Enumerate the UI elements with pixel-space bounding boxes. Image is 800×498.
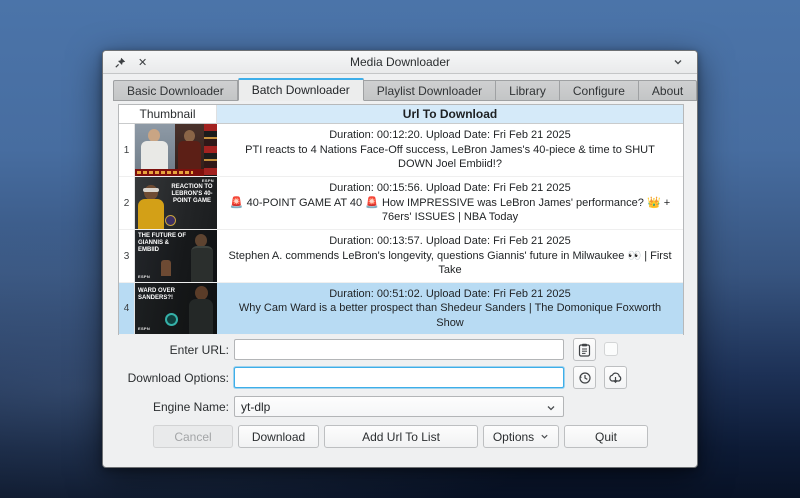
table-row[interactable]: Duration: 00:15:56. Upload Date: Fri Feb…: [217, 177, 683, 230]
row-number: 4: [119, 283, 135, 335]
video-thumbnail[interactable]: [135, 124, 217, 177]
engine-name-label: Engine Name:: [103, 400, 229, 414]
chevron-down-icon[interactable]: [671, 55, 687, 71]
options-button-label: Options: [493, 430, 534, 444]
media-downloader-window: ✕ Media Downloader Basic Downloader Batc…: [102, 50, 698, 468]
espn-logo: ESPN: [202, 178, 214, 183]
tab-playlist-downloader[interactable]: Playlist Downloader: [364, 80, 496, 101]
clipboard-icon: [578, 343, 591, 357]
engine-select[interactable]: yt-dlp: [234, 396, 564, 417]
chevron-down-icon: [546, 403, 556, 413]
column-header-url[interactable]: Url To Download: [217, 105, 683, 124]
tab-configure[interactable]: Configure: [560, 80, 639, 101]
tab-label: Basic Downloader: [127, 84, 224, 98]
tab-label: Library: [509, 84, 546, 98]
tab-label: Configure: [573, 84, 625, 98]
table-row[interactable]: Duration: 00:12:20. Upload Date: Fri Feb…: [217, 124, 683, 177]
chevron-down-icon: [540, 432, 549, 441]
video-title: 🚨 40-POINT GAME AT 40 🚨 How IMPRESSIVE w…: [227, 196, 673, 225]
table-row[interactable]: Duration: 00:13:57. Upload Date: Fri Feb…: [217, 230, 683, 283]
tab-label: About: [652, 84, 683, 98]
tab-label: Batch Downloader: [252, 83, 350, 97]
video-meta: Duration: 00:51:02. Upload Date: Fri Feb…: [329, 287, 571, 302]
video-meta: Duration: 00:12:20. Upload Date: Fri Feb…: [329, 128, 571, 143]
window-title: Media Downloader: [103, 55, 697, 69]
video-thumbnail[interactable]: ESPN REACTION TO LEBRON'S 40-POINT GAME: [135, 177, 217, 230]
history-clock-icon: [578, 371, 592, 385]
url-input[interactable]: [234, 339, 564, 360]
thumbnail-caption: REACTION TO LEBRON'S 40-POINT GAME: [169, 184, 215, 205]
enter-url-label: Enter URL:: [103, 343, 229, 357]
tab-library[interactable]: Library: [496, 80, 560, 101]
video-meta: Duration: 00:15:56. Upload Date: Fri Feb…: [329, 181, 571, 196]
add-url-to-list-button[interactable]: Add Url To List: [324, 425, 478, 448]
tab-basic-downloader[interactable]: Basic Downloader: [113, 80, 238, 101]
video-thumbnail[interactable]: WARD OVER SANDERS?! ESPN: [135, 283, 217, 335]
video-title: PTI reacts to 4 Nations Face-Off success…: [227, 143, 673, 172]
download-button[interactable]: Download: [238, 425, 319, 448]
download-options-label: Download Options:: [103, 371, 229, 385]
titlebar: ✕ Media Downloader: [103, 51, 697, 74]
download-defaults-button[interactable]: [604, 366, 627, 389]
row-number: 2: [119, 177, 135, 230]
engine-selected-value: yt-dlp: [241, 400, 270, 414]
cancel-button[interactable]: Cancel: [153, 425, 233, 448]
options-history-button[interactable]: [573, 366, 596, 389]
thumbnail-caption: WARD OVER SANDERS?!: [138, 288, 190, 302]
thumbnail-image: THE FUTURE OF GIANNIS & EMBIID ESPN: [135, 230, 217, 282]
table-row-selected[interactable]: Duration: 00:51:02. Upload Date: Fri Feb…: [217, 283, 683, 335]
url-checkbox[interactable]: [604, 342, 618, 356]
tab-label: Playlist Downloader: [377, 84, 482, 98]
cloud-download-icon: [608, 371, 623, 384]
video-thumbnail[interactable]: THE FUTURE OF GIANNIS & EMBIID ESPN: [135, 230, 217, 283]
paste-clipboard-button[interactable]: [573, 338, 596, 361]
download-list-table: Thumbnail Url To Download 1 Duration: 00…: [118, 104, 684, 335]
options-button[interactable]: Options: [483, 425, 559, 448]
espn-logo: ESPN: [138, 274, 150, 279]
espn-logo: ESPN: [138, 326, 150, 331]
thumbnail-image: ESPN REACTION TO LEBRON'S 40-POINT GAME: [135, 177, 217, 229]
column-header-thumbnail[interactable]: Thumbnail: [119, 105, 217, 124]
thumbnail-caption: THE FUTURE OF GIANNIS & EMBIID: [138, 233, 186, 254]
action-button-row: Cancel Download Add Url To List Options …: [103, 425, 697, 448]
quit-button[interactable]: Quit: [564, 425, 648, 448]
row-number: 3: [119, 230, 135, 283]
video-title: Why Cam Ward is a better prospect than S…: [227, 301, 673, 330]
download-options-input[interactable]: [234, 367, 564, 388]
tab-batch-downloader[interactable]: Batch Downloader: [238, 78, 364, 101]
row-number: 1: [119, 124, 135, 177]
tab-bar: Basic Downloader Batch Downloader Playli…: [113, 78, 697, 101]
thumbnail-image: WARD OVER SANDERS?! ESPN: [135, 283, 217, 334]
video-title: Stephen A. commends LeBron's longevity, …: [227, 249, 673, 278]
tab-about[interactable]: About: [639, 80, 697, 101]
video-meta: Duration: 00:13:57. Upload Date: Fri Feb…: [329, 234, 571, 249]
thumbnail-image: [135, 124, 217, 176]
